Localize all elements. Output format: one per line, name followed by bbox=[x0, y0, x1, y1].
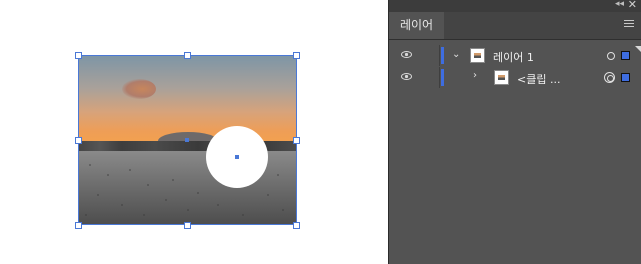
layer-row-clip-group[interactable]: › <클립 ... bbox=[389, 67, 641, 88]
resize-handle-bottom-center[interactable] bbox=[184, 222, 191, 229]
layer-name[interactable]: 레이어 1 bbox=[493, 49, 534, 65]
tab-layers[interactable]: 레이어 bbox=[389, 12, 444, 39]
chevron-down-icon[interactable]: ⌄ bbox=[452, 49, 460, 60]
layer-thumbnail bbox=[470, 48, 485, 63]
close-icon[interactable]: ✕ bbox=[628, 0, 637, 11]
layer-color-indicator bbox=[441, 47, 444, 64]
panel-title-bar: ◂◂ ✕ bbox=[389, 0, 641, 12]
visibility-eye-icon[interactable] bbox=[401, 73, 412, 80]
selection-center-point bbox=[185, 138, 189, 142]
selection-square-indicator[interactable] bbox=[621, 51, 630, 60]
layer-color-indicator bbox=[441, 69, 444, 86]
resize-handle-middle-right[interactable] bbox=[293, 137, 300, 144]
resize-handle-top-center[interactable] bbox=[184, 52, 191, 59]
layers-panel: ◂◂ ✕ 레이어 ⌄ 레이어 1 › <클립 ... bbox=[388, 0, 641, 264]
selection-square-indicator[interactable] bbox=[621, 73, 630, 82]
artboard-canvas[interactable] bbox=[0, 0, 388, 264]
resize-handle-top-right[interactable] bbox=[293, 52, 300, 59]
resize-handle-top-left[interactable] bbox=[75, 52, 82, 59]
visibility-eye-icon[interactable] bbox=[401, 51, 412, 58]
clip-group-thumbnail bbox=[494, 70, 509, 85]
target-double-circle-icon[interactable] bbox=[604, 72, 615, 83]
panel-tab-bar: 레이어 bbox=[389, 12, 641, 40]
lock-toggle[interactable] bbox=[419, 45, 440, 66]
layer-row-layer-1[interactable]: ⌄ 레이어 1 bbox=[389, 45, 641, 66]
clip-group-name[interactable]: <클립 ... bbox=[517, 71, 560, 87]
resize-handle-middle-left[interactable] bbox=[75, 137, 82, 144]
lock-toggle[interactable] bbox=[419, 67, 440, 88]
chevron-right-icon[interactable]: › bbox=[473, 70, 477, 81]
resize-handle-bottom-right[interactable] bbox=[293, 222, 300, 229]
double-chevron-left-icon[interactable]: ◂◂ bbox=[615, 0, 624, 9]
resize-handle-bottom-left[interactable] bbox=[75, 222, 82, 229]
target-circle-icon[interactable] bbox=[607, 52, 615, 60]
circle-center-point bbox=[235, 155, 239, 159]
hamburger-menu-icon[interactable] bbox=[624, 20, 634, 29]
corner-indicator-icon bbox=[635, 46, 641, 52]
